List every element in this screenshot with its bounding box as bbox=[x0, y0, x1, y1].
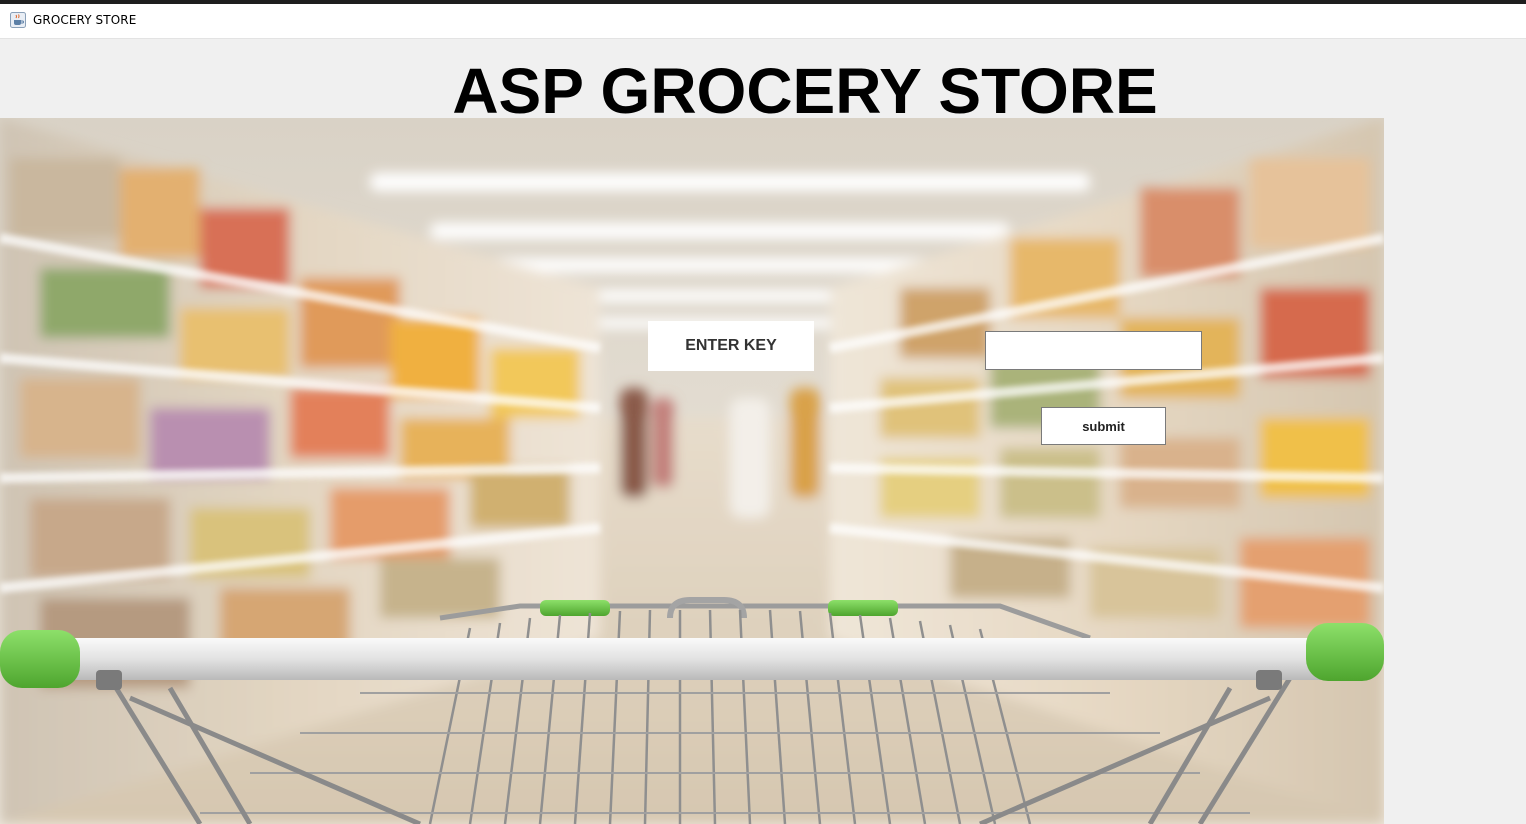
window-title: GROCERY STORE bbox=[33, 13, 137, 27]
app-window: GROCERY STORE ASP GROCERY STORE ENTER KE… bbox=[0, 0, 1526, 824]
title-bar[interactable]: GROCERY STORE bbox=[0, 4, 1526, 39]
submit-button[interactable]: submit bbox=[1041, 407, 1166, 445]
page-title: ASP GROCERY STORE bbox=[452, 55, 1158, 127]
key-input[interactable] bbox=[985, 331, 1202, 370]
enter-key-label: ENTER KEY bbox=[648, 321, 814, 371]
supermarket-background-image bbox=[0, 118, 1384, 824]
java-cup-icon bbox=[10, 12, 26, 28]
